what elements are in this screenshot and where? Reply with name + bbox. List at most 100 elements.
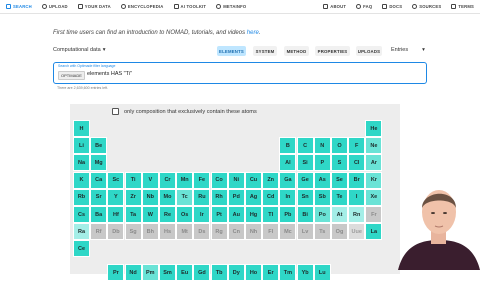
nav-ai-toolkit[interactable]: AI TOOLKIT [173, 4, 207, 9]
nav-faq[interactable]: FAQ [356, 4, 372, 9]
element-cr[interactable]: Cr [159, 171, 176, 189]
element-fe[interactable]: Fe [193, 171, 211, 189]
element-as[interactable]: As [313, 171, 331, 189]
element-zn[interactable]: Zn [262, 171, 280, 189]
element-bi[interactable]: Bi [296, 206, 314, 223]
element-dy[interactable]: Dy [227, 264, 245, 281]
element-p[interactable]: P [313, 154, 331, 172]
element-li[interactable]: Li [73, 137, 90, 155]
element-ca[interactable]: Ca [90, 171, 108, 189]
uploads-button[interactable]: UPLOADS [356, 46, 382, 56]
element-hg[interactable]: Hg [245, 206, 262, 223]
optimade-chip[interactable]: OPTIMADE [58, 71, 85, 80]
element-rn[interactable]: Rn [348, 206, 366, 223]
method-button[interactable]: METHOD [284, 46, 309, 56]
element-mt[interactable]: Mt [176, 223, 194, 241]
element-ar[interactable]: Ar [365, 154, 383, 172]
element-te[interactable]: Te [331, 188, 348, 206]
element-be[interactable]: Be [90, 137, 108, 155]
element-ir[interactable]: Ir [193, 206, 211, 223]
element-ge[interactable]: Ge [296, 171, 314, 189]
element-gd[interactable]: Gd [193, 264, 211, 281]
element-mo[interactable]: Mo [159, 188, 176, 206]
element-na[interactable]: Na [73, 154, 90, 172]
element-k[interactable]: K [73, 171, 90, 189]
element-cs[interactable]: Cs [73, 206, 90, 223]
element-co[interactable]: Co [210, 171, 228, 189]
element-lu[interactable]: Lu [313, 264, 331, 281]
element-er[interactable]: Er [262, 264, 280, 281]
element-cd[interactable]: Cd [262, 188, 280, 206]
element-ru[interactable]: Ru [193, 188, 211, 206]
element-sc[interactable]: Sc [107, 171, 125, 189]
element-i[interactable]: I [348, 188, 366, 206]
element-eu[interactable]: Eu [176, 264, 194, 281]
element-nb[interactable]: Nb [141, 188, 159, 206]
element-al[interactable]: Al [279, 154, 297, 172]
element-ta[interactable]: Ta [124, 206, 142, 223]
element-rg[interactable]: Rg [210, 223, 228, 241]
element-hf[interactable]: Hf [107, 206, 125, 223]
element-sb[interactable]: Sb [313, 188, 331, 206]
element-tm[interactable]: Tm [279, 264, 297, 281]
element-w[interactable]: W [141, 206, 159, 223]
element-v[interactable]: V [141, 171, 159, 189]
element-fr[interactable]: Fr [365, 206, 383, 223]
element-cu[interactable]: Cu [245, 171, 262, 189]
element-o[interactable]: O [331, 137, 348, 155]
element-y[interactable]: Y [107, 188, 125, 206]
only-composition-checkbox[interactable]: only composition that exclusively contai… [112, 108, 257, 115]
nav-docs[interactable]: DOCS [382, 4, 402, 9]
element-he[interactable]: He [365, 120, 383, 137]
element-ga[interactable]: Ga [279, 171, 297, 189]
element-re[interactable]: Re [159, 206, 176, 223]
element-ho[interactable]: Ho [245, 264, 262, 281]
element-se[interactable]: Se [331, 171, 348, 189]
element-ba[interactable]: Ba [90, 206, 108, 223]
element-yb[interactable]: Yb [296, 264, 314, 281]
element-ni[interactable]: Ni [227, 171, 245, 189]
element-ra[interactable]: Ra [73, 223, 90, 241]
nav-your-data[interactable]: YOUR DATA [77, 4, 111, 9]
nav-terms[interactable]: TERMS [451, 4, 474, 9]
element-in[interactable]: In [279, 188, 297, 206]
properties-button[interactable]: PROPERTIES [315, 46, 350, 56]
element-pt[interactable]: Pt [210, 206, 228, 223]
element-pm[interactable]: Pm [141, 264, 159, 281]
element-ne[interactable]: Ne [365, 137, 383, 155]
element-tb[interactable]: Tb [210, 264, 228, 281]
element-cn[interactable]: Cn [227, 223, 245, 241]
element-rf[interactable]: Rf [90, 223, 108, 241]
element-ag[interactable]: Ag [245, 188, 262, 206]
element-nh[interactable]: Nh [245, 223, 262, 241]
element-tc[interactable]: Tc [176, 188, 194, 206]
checkbox-box[interactable] [112, 108, 119, 115]
element-xe[interactable]: Xe [365, 188, 383, 206]
intro-link[interactable]: here [247, 30, 259, 36]
element-mg[interactable]: Mg [90, 154, 108, 172]
element-la[interactable]: La [365, 223, 383, 241]
nav-search[interactable]: SEARCH [6, 4, 32, 9]
element-sr[interactable]: Sr [90, 188, 108, 206]
nav-about[interactable]: ABOUT [323, 4, 346, 9]
element-pr[interactable]: Pr [107, 264, 125, 281]
element-h[interactable]: H [73, 120, 90, 137]
element-ds[interactable]: Ds [193, 223, 211, 241]
nav-encyclopedia[interactable]: ENCYCLOPEDIA [120, 4, 164, 9]
element-b[interactable]: B [279, 137, 297, 155]
nav-upload[interactable]: UPLOAD [41, 4, 68, 9]
element-pd[interactable]: Pd [227, 188, 245, 206]
element-po[interactable]: Po [313, 206, 331, 223]
element-ti[interactable]: Ti [124, 171, 142, 189]
element-n[interactable]: N [313, 137, 331, 155]
entries-select[interactable]: Entries ▾ [391, 47, 425, 53]
element-hs[interactable]: Hs [159, 223, 176, 241]
element-f[interactable]: F [348, 137, 366, 155]
element-kr[interactable]: Kr [365, 171, 383, 189]
element-ce[interactable]: Ce [73, 240, 90, 258]
element-pb[interactable]: Pb [279, 206, 297, 223]
element-mc[interactable]: Mc [279, 223, 297, 241]
mode-select[interactable]: Computational data ▾ [53, 47, 105, 53]
search-query[interactable]: elements HAS "Ti" [87, 71, 132, 77]
element-sn[interactable]: Sn [296, 188, 314, 206]
